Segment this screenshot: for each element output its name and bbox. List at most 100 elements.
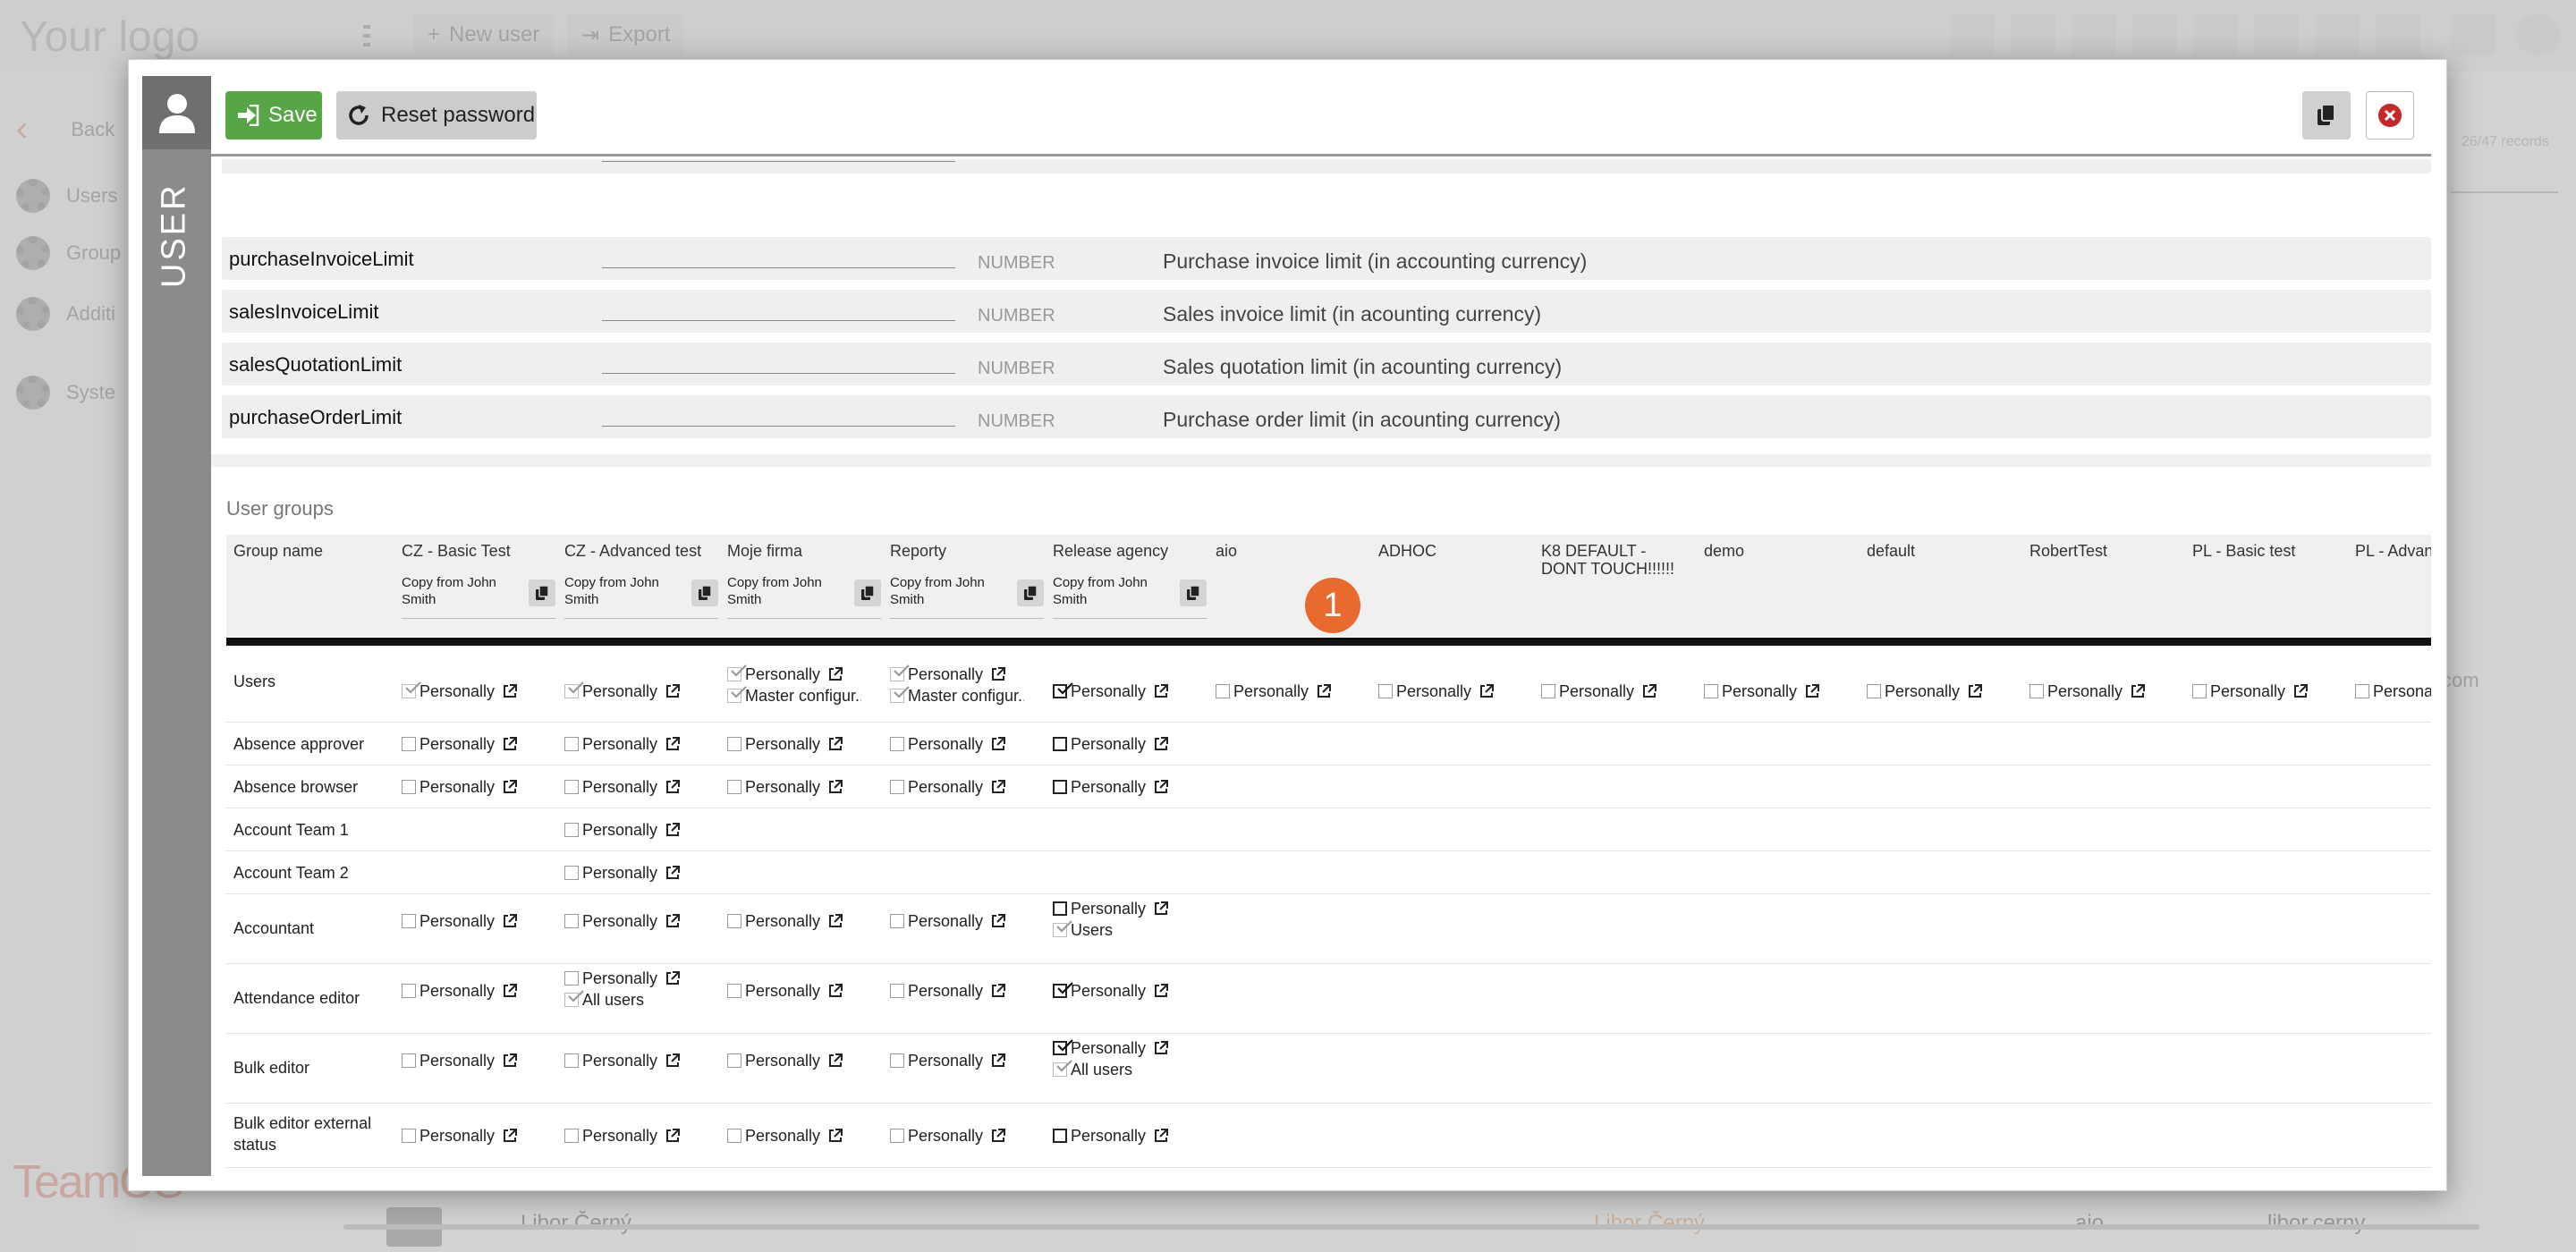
checkbox[interactable] (890, 914, 904, 928)
external-link-icon[interactable] (1641, 683, 1657, 699)
checkbox[interactable] (1216, 684, 1230, 698)
checkbox[interactable] (890, 780, 904, 794)
external-link-icon[interactable] (1153, 983, 1169, 999)
permission-option[interactable]: Personally (564, 1125, 725, 1146)
checkbox[interactable] (1053, 1060, 1072, 1077)
limit-input[interactable] (602, 373, 955, 374)
checkbox[interactable] (2029, 684, 2044, 698)
permission-option[interactable]: Personally (1216, 681, 1377, 702)
permission-option[interactable]: Personally (890, 733, 1051, 755)
permission-option[interactable]: Personally (1053, 733, 1214, 755)
checkbox[interactable] (890, 984, 904, 998)
permission-option[interactable]: Personally (1053, 681, 1214, 702)
external-link-icon[interactable] (1153, 1040, 1169, 1056)
permission-option[interactable]: Personally (890, 1125, 1051, 1146)
checkbox[interactable] (1053, 780, 1067, 794)
permission-option[interactable]: Personally (2192, 681, 2353, 702)
external-link-icon[interactable] (665, 683, 681, 699)
external-link-icon[interactable] (827, 666, 843, 682)
external-link-icon[interactable] (1316, 683, 1332, 699)
permission-option[interactable]: Personally (402, 910, 563, 932)
external-link-icon[interactable] (502, 779, 518, 795)
checkbox[interactable] (564, 1129, 579, 1143)
checkbox[interactable] (2355, 684, 2369, 698)
external-link-icon[interactable] (990, 779, 1006, 795)
permission-option[interactable]: Personally (890, 980, 1051, 1002)
checkbox[interactable] (890, 664, 910, 681)
limit-input[interactable] (602, 161, 955, 162)
permission-option[interactable]: Personally (564, 819, 725, 841)
copy-icon[interactable] (529, 579, 555, 606)
permission-option[interactable]: Personally (564, 910, 725, 932)
permission-option[interactable]: Personally (727, 980, 888, 1002)
checkbox[interactable] (564, 990, 584, 1007)
permission-option[interactable]: Personally (402, 776, 563, 798)
external-link-icon[interactable] (827, 983, 843, 999)
copy-icon[interactable] (1017, 579, 1044, 606)
permission-option[interactable]: Personally (727, 910, 888, 932)
external-link-icon[interactable] (665, 736, 681, 752)
checkbox[interactable] (727, 780, 741, 794)
external-link-icon[interactable] (1967, 683, 1983, 699)
checkbox[interactable] (1053, 1129, 1067, 1143)
external-link-icon[interactable] (990, 1053, 1006, 1069)
external-link-icon[interactable] (990, 666, 1006, 682)
checkbox[interactable] (402, 1129, 416, 1143)
checkbox[interactable] (1053, 982, 1073, 998)
permission-option[interactable]: Personally (890, 776, 1051, 798)
checkbox[interactable] (727, 984, 741, 998)
checkbox[interactable] (564, 971, 579, 986)
checkbox[interactable] (890, 686, 910, 703)
checkbox[interactable] (402, 780, 416, 794)
permission-option[interactable]: Personally (890, 1050, 1051, 1071)
checkbox[interactable] (564, 737, 579, 751)
permission-option[interactable]: Personally (2029, 681, 2190, 702)
permission-option[interactable]: Users (1053, 919, 1214, 941)
copy-icon[interactable] (691, 579, 718, 606)
external-link-icon[interactable] (990, 983, 1006, 999)
reset-password-button[interactable]: Reset password (336, 91, 537, 140)
permission-option[interactable]: Personally (564, 681, 725, 702)
permission-option[interactable]: Personally (727, 1050, 888, 1071)
external-link-icon[interactable] (827, 1128, 843, 1144)
close-button[interactable] (2366, 91, 2414, 140)
external-link-icon[interactable] (502, 1128, 518, 1144)
horizontal-scrollbar[interactable] (343, 1224, 2479, 1230)
permission-option[interactable]: Personally (402, 1125, 563, 1146)
checkbox[interactable] (564, 914, 579, 928)
checkbox[interactable] (890, 1129, 904, 1143)
permission-option[interactable]: Personally (1378, 681, 1539, 702)
permission-option[interactable]: Personally (727, 776, 888, 798)
external-link-icon[interactable] (1153, 901, 1169, 917)
checkbox[interactable] (1053, 920, 1072, 937)
checkbox[interactable] (1053, 682, 1073, 698)
limit-input[interactable] (602, 426, 955, 427)
checkbox[interactable] (2192, 684, 2207, 698)
external-link-icon[interactable] (502, 983, 518, 999)
permission-option[interactable]: Personally (2355, 681, 2431, 702)
permission-option[interactable]: Personally (564, 968, 725, 989)
checkbox[interactable] (1541, 684, 1555, 698)
permission-option[interactable]: Personally (890, 910, 1051, 932)
permission-option[interactable]: Personally (727, 1125, 888, 1146)
checkbox[interactable] (890, 1053, 904, 1068)
permission-option[interactable]: Personally (1053, 776, 1214, 798)
external-link-icon[interactable] (502, 683, 518, 699)
checkbox[interactable] (564, 1053, 579, 1068)
permission-option[interactable]: Personally (1867, 681, 2028, 702)
permission-option[interactable]: Personally (402, 980, 563, 1002)
checkbox[interactable] (727, 737, 741, 751)
permission-option[interactable]: Personally (564, 733, 725, 755)
external-link-icon[interactable] (665, 865, 681, 881)
permission-option[interactable]: Personally (727, 664, 888, 685)
checkbox[interactable] (727, 686, 747, 703)
copy-from-user[interactable]: Copy from John Smith (890, 574, 1044, 619)
permission-option[interactable]: Personally (564, 776, 725, 798)
checkbox[interactable] (564, 866, 579, 880)
external-link-icon[interactable] (665, 1053, 681, 1069)
checkbox[interactable] (727, 1129, 741, 1143)
limit-input[interactable] (602, 320, 955, 321)
checkbox[interactable] (727, 664, 747, 681)
external-link-icon[interactable] (2130, 683, 2146, 699)
checkbox[interactable] (1704, 684, 1718, 698)
